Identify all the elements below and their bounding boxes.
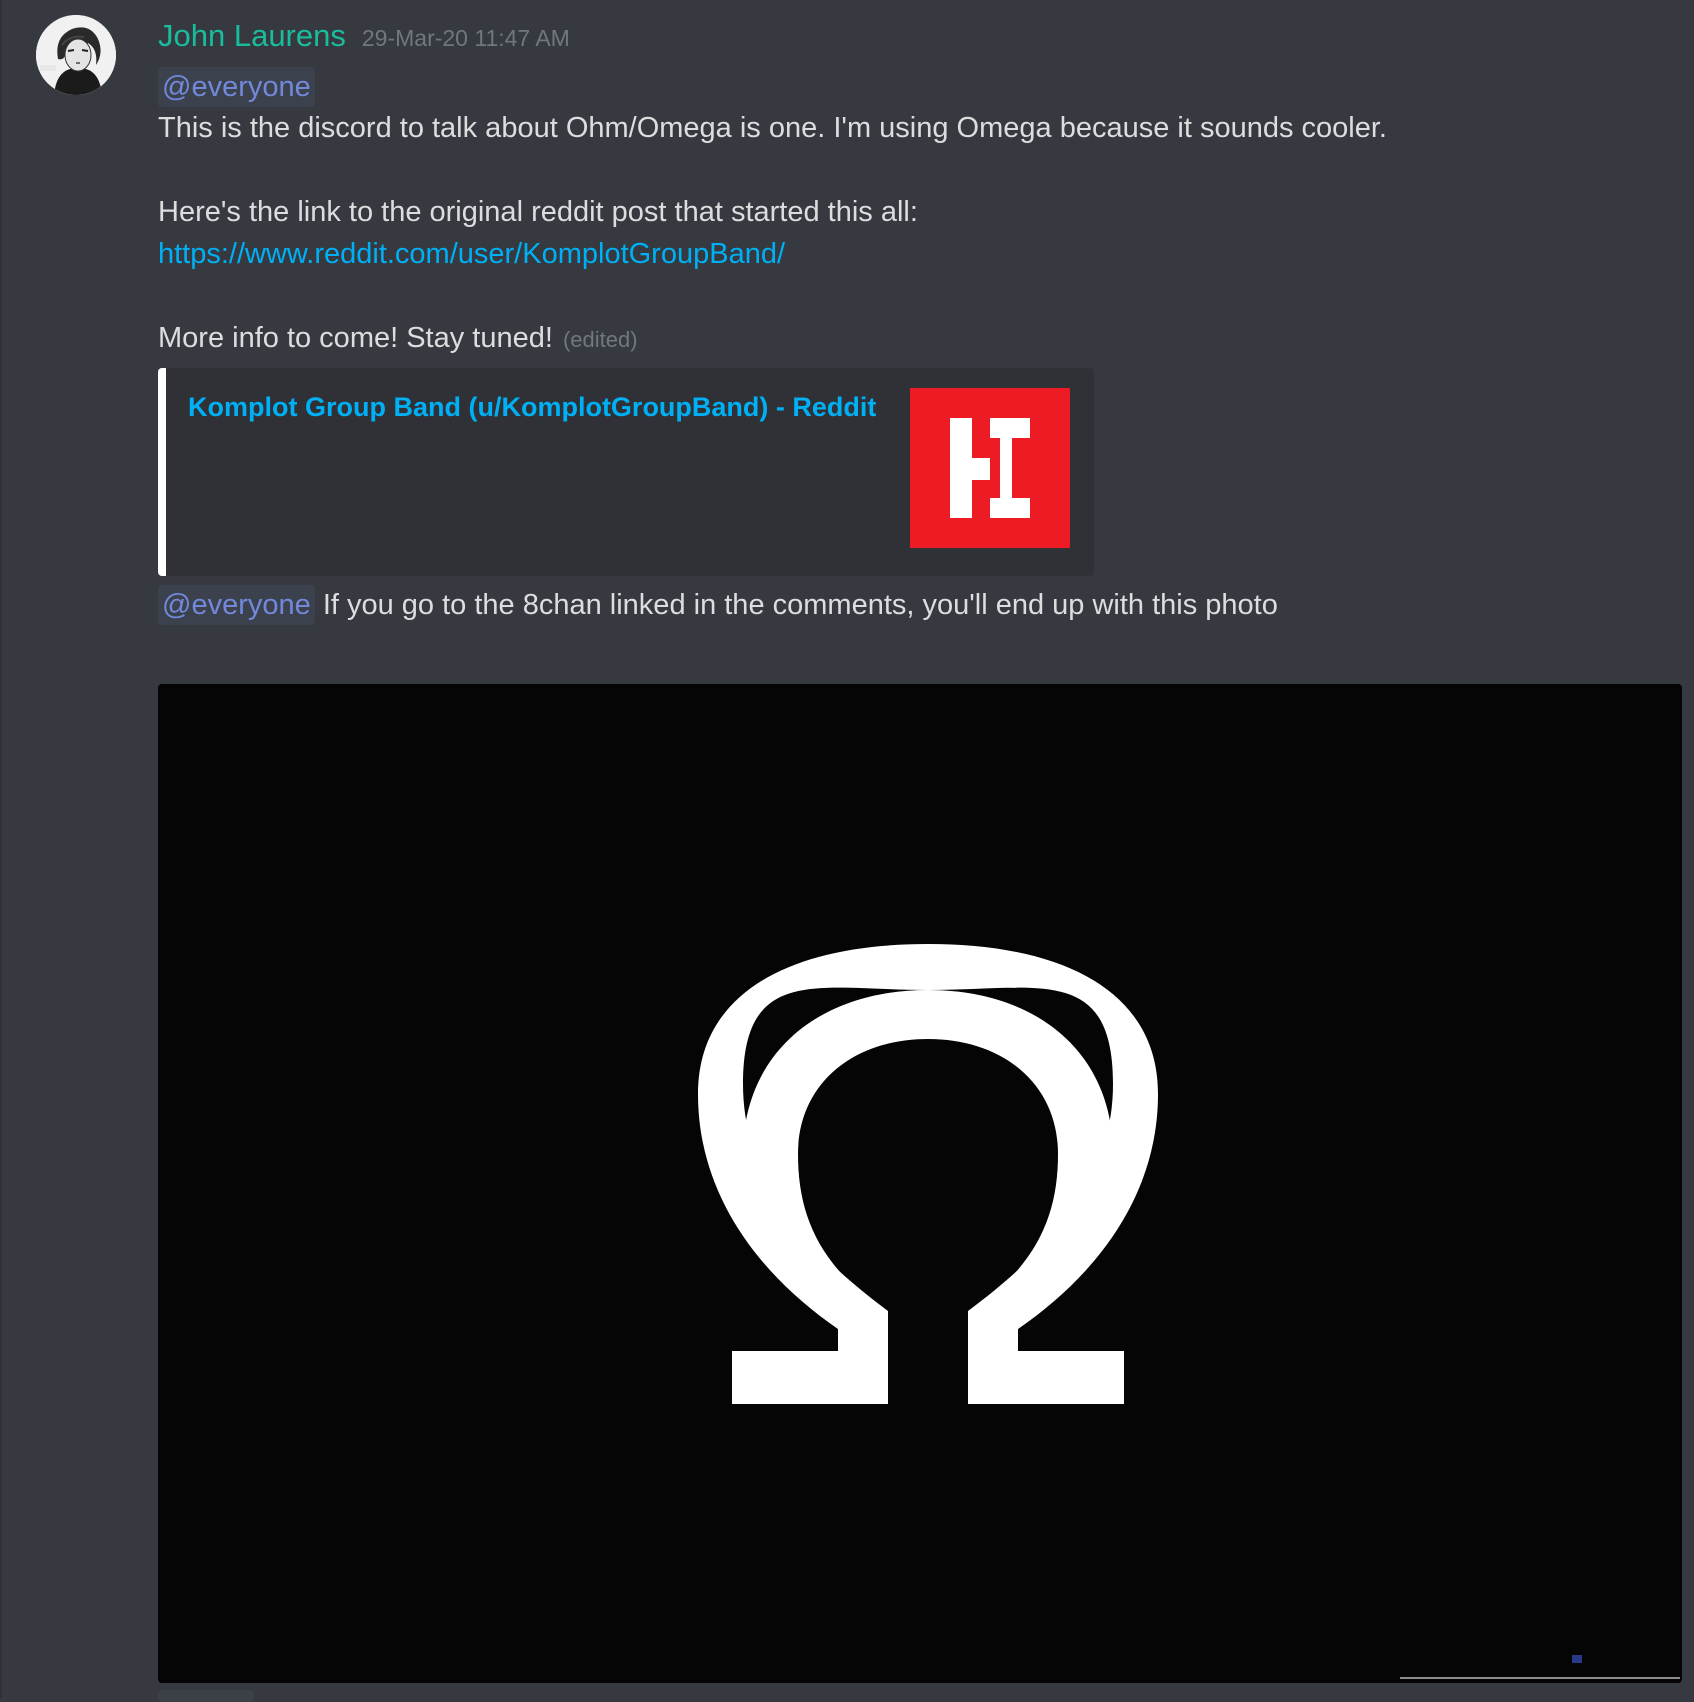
image-watermark [1572,1655,1582,1663]
message-text-line-3: More info to come! Stay tuned! (edited) [158,317,638,361]
message-text-line-1: This is the discord to talk about Ohm/Om… [158,112,1387,144]
message-text-more-info: More info to come! Stay tuned! [158,322,553,354]
everyone-mention-2[interactable]: @everyone [158,585,315,625]
user-avatar[interactable] [36,15,116,95]
reddit-link[interactable]: https://www.reddit.com/user/KomplotGroup… [158,238,785,270]
komplot-logo-icon [910,388,1070,548]
avatar-portrait-icon [36,15,116,95]
message-header: John Laurens 29-Mar-20 11:47 AM [158,18,570,62]
link-embed: Komplot Group Band (u/KomplotGroupBand) … [158,368,1094,576]
username[interactable]: John Laurens [158,18,346,54]
reaction-bar[interactable] [158,1690,254,1702]
image-bottom-bar [1400,1677,1680,1679]
everyone-mention[interactable]: @everyone [158,67,315,107]
message-timestamp: 29-Mar-20 11:47 AM [361,25,570,51]
edited-label: (edited) [562,327,638,352]
omega-symbol-icon [158,684,1682,1683]
embed-title-link[interactable]: Komplot Group Band (u/KomplotGroupBand) … [188,392,876,423]
embed-thumbnail[interactable] [910,388,1070,548]
image-attachment[interactable] [158,684,1682,1683]
mention-line: @everyone [158,66,315,108]
message-text-line-2: Here's the link to the original reddit p… [158,196,918,228]
chat-left-edge [0,0,2,1698]
second-message-line: @everyone If you go to the 8chan linked … [158,584,1278,626]
second-message-text: If you go to the 8chan linked in the com… [322,589,1278,621]
link-line: https://www.reddit.com/user/KomplotGroup… [158,233,785,275]
